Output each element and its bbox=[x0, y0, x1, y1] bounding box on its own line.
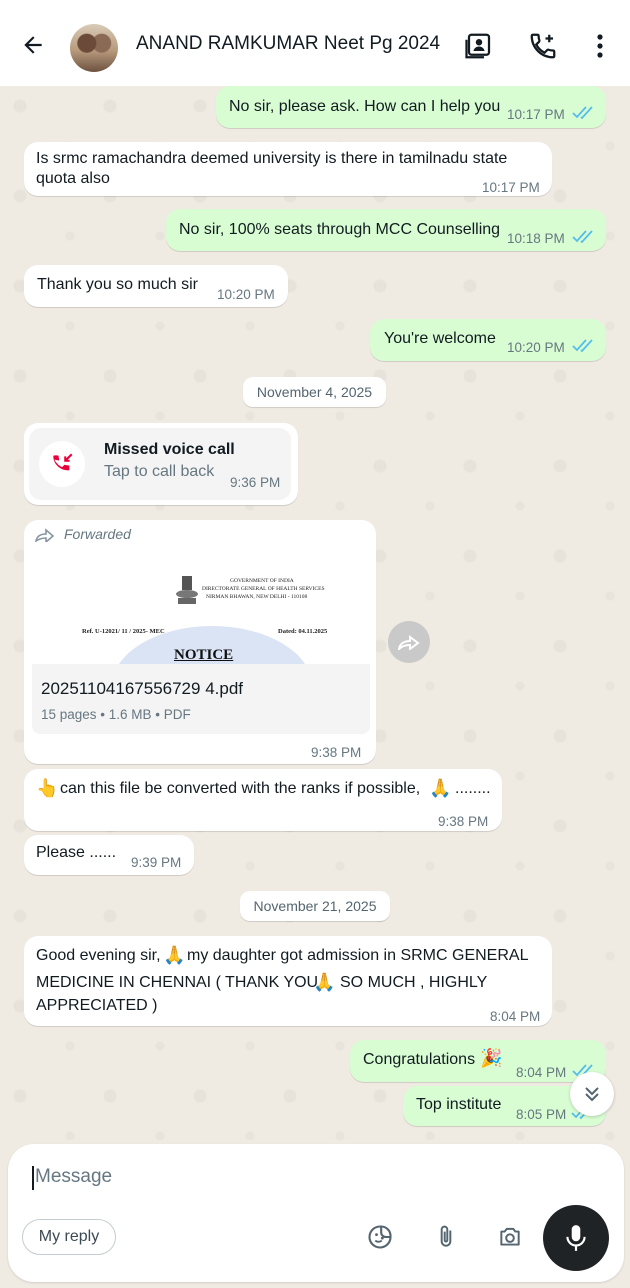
scroll-to-bottom-button[interactable] bbox=[570, 1072, 614, 1116]
message-time: 10:20 PM bbox=[217, 287, 275, 302]
date-divider: November 21, 2025 bbox=[240, 891, 390, 921]
message-incoming[interactable]: Thank you so much sir 10:20 PM bbox=[24, 265, 288, 307]
missed-call-message[interactable]: Missed voice call Tap to call back 9:36 … bbox=[24, 423, 298, 505]
document-meta: 15 pages • 1.6 MB • PDF bbox=[41, 707, 191, 722]
document-filename: 20251104167556729 4.pdf bbox=[41, 679, 243, 698]
document-info[interactable]: 20251104167556729 4.pdf 15 pages • 1.6 M… bbox=[32, 664, 370, 734]
message-text: APPRECIATED ) bbox=[36, 997, 158, 1014]
emblem-icon bbox=[174, 574, 200, 608]
message-time: 8:04 PM bbox=[490, 1009, 541, 1024]
message-time: 9:38 PM bbox=[438, 814, 489, 829]
attach-icon[interactable] bbox=[430, 1221, 462, 1253]
mic-icon bbox=[566, 1225, 586, 1251]
forwarded-label: Forwarded bbox=[64, 526, 131, 542]
message-text: can this file be converted with the rank… bbox=[60, 780, 421, 797]
document-preview[interactable]: GOVERNMENT OF INDIA DIRECTORATE GENERAL … bbox=[32, 550, 370, 664]
text-cursor bbox=[32, 1166, 34, 1190]
message-text: You're welcome bbox=[384, 330, 496, 347]
voice-record-button[interactable] bbox=[543, 1205, 609, 1271]
message-text: Thank you so much sir bbox=[37, 276, 198, 293]
contact-card-icon[interactable] bbox=[462, 29, 496, 63]
folded-hands-emoji: 🙏 bbox=[429, 778, 452, 798]
contact-avatar[interactable] bbox=[70, 24, 118, 72]
contact-name[interactable]: ANAND RAMKUMAR Neet Pg 2024 bbox=[136, 33, 440, 55]
message-text: Good evening sir, bbox=[36, 947, 161, 964]
message-time: 9:38 PM bbox=[311, 745, 362, 760]
message-time: 10:17 PM bbox=[482, 180, 540, 195]
message-outgoing[interactable]: No sir, please ask. How can I help you 1… bbox=[216, 86, 606, 128]
message-outgoing[interactable]: You're welcome 10:20 PM bbox=[370, 319, 606, 361]
message-time: 10:18 PM bbox=[507, 231, 565, 246]
read-ticks-icon bbox=[572, 106, 593, 120]
preview-date: Dated: 04.11.2025 bbox=[278, 628, 328, 635]
chat-header: ANAND RAMKUMAR Neet Pg 2024 bbox=[0, 0, 630, 86]
missed-call-icon bbox=[39, 441, 85, 487]
message-incoming[interactable]: Is srmc ramachandra deemed university is… bbox=[24, 142, 552, 196]
my-reply-label: My reply bbox=[38, 1228, 100, 1245]
pointing-hand-emoji: 👆 bbox=[36, 778, 59, 798]
camera-icon[interactable] bbox=[494, 1221, 526, 1253]
message-time: 9:36 PM bbox=[230, 475, 281, 490]
message-incoming[interactable]: Please ...... 9:39 PM bbox=[24, 835, 194, 875]
message-time: 9:39 PM bbox=[131, 855, 182, 870]
message-text: SO MUCH , HIGHLY bbox=[340, 974, 488, 991]
message-text: No sir, 100% seats through MCC Counselli… bbox=[179, 221, 501, 238]
date-divider: November 4, 2025 bbox=[243, 377, 386, 407]
folded-hands-emoji: 🙏 bbox=[313, 972, 336, 992]
forwarded-icon bbox=[35, 528, 55, 542]
message-text: my daughter got admission in SRMC GENERA… bbox=[187, 947, 529, 964]
message-input[interactable]: Message bbox=[32, 1162, 532, 1194]
message-text: Congratulations bbox=[363, 1051, 476, 1068]
message-text: Top institute bbox=[416, 1096, 502, 1113]
message-text: No sir, please ask. How can I help you bbox=[229, 98, 501, 115]
folded-hands-emoji: 🙏 bbox=[163, 945, 186, 965]
missed-call-title: Missed voice call bbox=[104, 441, 235, 458]
forward-icon bbox=[398, 635, 420, 650]
message-text: ........ bbox=[455, 780, 491, 797]
preview-ref: Ref. U-12021/ 11 / 2025- MEC bbox=[82, 628, 165, 635]
preview-gov-line: GOVERNMENT OF INDIA bbox=[230, 578, 294, 584]
party-popper-emoji: 🎉 bbox=[480, 1048, 503, 1068]
missed-call-subtitle: Tap to call back bbox=[104, 463, 215, 480]
preview-gov-line: NIRMAN BHAWAN, NEW DELHI - 110108 bbox=[206, 594, 308, 600]
preview-gov-line: DIRECTORATE GENERAL OF HEALTH SERVICES bbox=[202, 586, 325, 592]
message-time: 10:17 PM bbox=[507, 107, 565, 122]
my-reply-chip[interactable]: My reply bbox=[22, 1219, 116, 1255]
message-text: Please ...... bbox=[36, 844, 117, 861]
forward-button[interactable] bbox=[388, 621, 430, 663]
message-time: 8:05 PM bbox=[516, 1107, 567, 1122]
add-call-icon[interactable] bbox=[526, 29, 560, 63]
document-message[interactable]: Forwarded GOVERNMENT OF INDIA DIRECTORAT… bbox=[24, 520, 376, 764]
double-chevron-down-icon bbox=[585, 1087, 599, 1102]
preview-notice: NOTICE bbox=[174, 647, 234, 663]
message-time: 10:20 PM bbox=[507, 340, 565, 355]
message-input-placeholder: Message bbox=[35, 1166, 113, 1187]
message-outgoing[interactable]: No sir, 100% seats through MCC Counselli… bbox=[166, 209, 606, 251]
message-time: 8:04 PM bbox=[516, 1065, 567, 1080]
message-text-line: Is srmc ramachandra deemed university is… bbox=[36, 150, 508, 167]
read-ticks-icon bbox=[572, 339, 593, 353]
message-incoming[interactable]: 👆 can this file be converted with the ra… bbox=[24, 769, 502, 831]
message-text-line: quota also bbox=[36, 170, 110, 187]
more-vert-icon[interactable] bbox=[584, 29, 616, 63]
message-outgoing[interactable]: Congratulations 🎉 8:04 PM bbox=[350, 1040, 606, 1082]
message-incoming[interactable]: Good evening sir, 🙏 my daughter got admi… bbox=[24, 936, 552, 1026]
message-text: MEDICINE IN CHENNAI ( THANK YOU bbox=[36, 974, 319, 991]
arrow-left-icon[interactable] bbox=[16, 28, 50, 62]
sticker-icon[interactable] bbox=[364, 1221, 396, 1253]
read-ticks-icon bbox=[572, 230, 593, 244]
composer: Message My reply bbox=[8, 1144, 624, 1282]
